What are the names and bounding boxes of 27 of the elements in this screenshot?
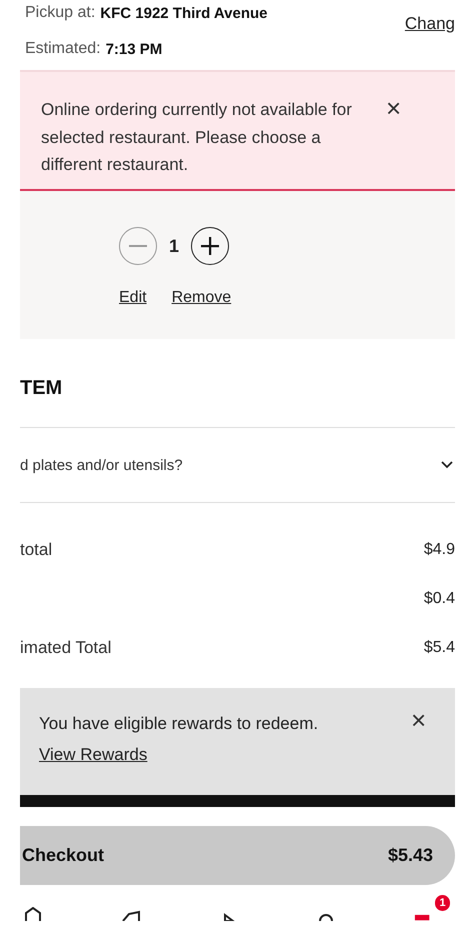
estimated-label: Estimated:	[25, 40, 101, 58]
rewards-message: You have eligible rewards to redeem. View Rewards	[39, 713, 320, 766]
plus-icon	[201, 237, 219, 255]
total-value: $4.9	[424, 541, 455, 559]
minus-icon	[129, 244, 147, 248]
change-link[interactable]: Chang	[404, 14, 455, 34]
pickup-label: Pickup at:	[25, 4, 96, 22]
cart-badge: 1	[435, 895, 450, 911]
error-message: Online ordering currently not available for selected restaurant. Please choose a different restaurant.	[41, 99, 353, 176]
close-button[interactable]: ×	[386, 96, 402, 120]
home-icon[interactable]	[23, 907, 43, 921]
quantity: 1	[168, 236, 180, 256]
increase-button[interactable]	[191, 227, 229, 265]
restaurant-name: KFC 1922 Third Avenue	[100, 4, 268, 22]
total-value: $0.4	[424, 590, 455, 608]
utensils-row[interactable]: d plates and/or utensils?	[20, 428, 455, 502]
item-action-link[interactable]: Edit	[119, 289, 147, 307]
view-rewards-link[interactable]: View Rewards	[39, 745, 148, 764]
total-value: $5.4	[424, 639, 455, 657]
close-button[interactable]: ×	[411, 708, 426, 732]
decrease-button[interactable]	[119, 227, 157, 265]
item-action-link[interactable]: Remove	[172, 289, 232, 307]
total-label: total	[20, 540, 52, 560]
checkout-button[interactable]: Checkout $5.43	[20, 826, 455, 885]
estimated-time: 7:13 PM	[106, 40, 162, 58]
section-heading: TEM	[20, 377, 64, 401]
total-label: imated Total	[20, 638, 112, 658]
